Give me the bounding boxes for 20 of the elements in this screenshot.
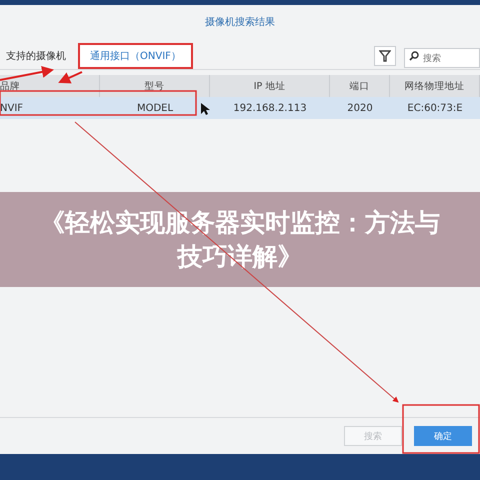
- cursor-icon: [201, 103, 210, 115]
- column-header[interactable]: 型号: [100, 75, 210, 97]
- table-cell: 2020: [330, 97, 390, 119]
- table-cell: MODEL: [100, 97, 210, 119]
- column-header[interactable]: 网络物理地址: [390, 75, 480, 97]
- arrow: [58, 71, 82, 84]
- search-field[interactable]: 搜索: [404, 48, 480, 68]
- filter-icon: [379, 50, 391, 62]
- tab[interactable]: 支持的摄像机: [0, 45, 76, 67]
- column-header[interactable]: 端口: [330, 75, 390, 97]
- table-cell: EC:60:73:E: [390, 97, 480, 119]
- dialog-title: 摄像机搜索结果: [204, 16, 276, 30]
- arrow: [0, 66, 54, 81]
- table-cell: NVIF: [0, 97, 100, 119]
- search-icon: [409, 51, 419, 61]
- banner-title: 《轻松实现服务器实时监控：方法与技巧详解》: [39, 206, 441, 272]
- filter-button[interactable]: [374, 46, 396, 66]
- tab[interactable]: 通用接口（ONVIF）: [80, 45, 191, 67]
- table-cell: 192.168.2.113: [210, 97, 330, 119]
- column-header[interactable]: IP 地址: [210, 75, 330, 97]
